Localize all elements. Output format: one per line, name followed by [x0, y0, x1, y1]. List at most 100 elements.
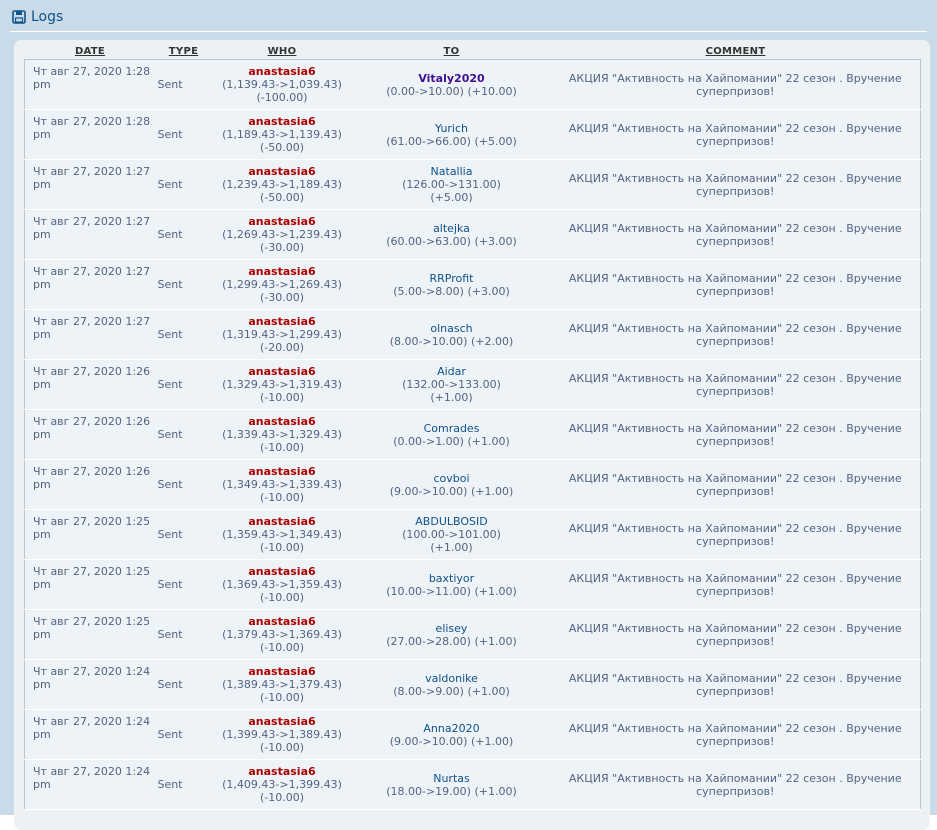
sender-balance: (1,329.43->1,319.43)	[222, 378, 342, 391]
recipient-balance: (126.00->131.00)	[402, 178, 501, 191]
type-text: Sent	[157, 678, 183, 691]
column-header-who[interactable]: WHO	[212, 44, 353, 60]
sender-balance: (1,349.43->1,339.43)	[222, 478, 342, 491]
recipient-link[interactable]: Anna2020	[353, 722, 551, 735]
who-cell: anastasia6 (1,359.43->1,349.43) (-10.00)	[211, 509, 353, 560]
date-cell: Чт авг 27, 2020 1:26 pm	[24, 409, 156, 460]
sender-delta: (-50.00)	[259, 191, 305, 204]
comment-text: АКЦИЯ "Активность на Хайпомании" 22 сезо…	[568, 571, 902, 598]
type-text: Sent	[157, 728, 183, 741]
who-cell: anastasia6 (1,399.43->1,389.43) (-10.00)	[211, 709, 353, 760]
recipient-link[interactable]: RRProfit	[353, 272, 551, 285]
sender-link[interactable]: anastasia6	[212, 265, 353, 278]
recipient-balance: (8.00->10.00) (+2.00)	[389, 334, 514, 348]
recipient-link[interactable]: elisey	[353, 622, 551, 635]
type-cell: Sent	[155, 759, 212, 810]
date-cell: Чт авг 27, 2020 1:26 pm	[24, 359, 156, 410]
comment-cell: АКЦИЯ "Активность на Хайпомании" 22 сезо…	[550, 309, 921, 360]
recipient-link[interactable]: Aidar	[353, 365, 551, 378]
who-cell: anastasia6 (1,349.43->1,339.43) (-10.00)	[211, 459, 353, 510]
recipient-link[interactable]: ABDULBOSID	[353, 515, 551, 528]
comment-cell: АКЦИЯ "Активность на Хайпомании" 22 сезо…	[550, 109, 921, 160]
type-cell: Sent	[155, 609, 212, 660]
comment-cell: АКЦИЯ "Активность на Хайпомании" 22 сезо…	[550, 259, 921, 310]
type-cell: Sent	[155, 359, 212, 410]
recipient-link[interactable]: Natallia	[353, 165, 551, 178]
sender-link[interactable]: anastasia6	[212, 165, 353, 178]
recipient-balance: (5.00->8.00) (+3.00)	[393, 284, 510, 298]
table-header-row: DATE TYPE WHO TO COMMENT	[25, 44, 921, 60]
sender-balance: (1,269.43->1,239.43)	[222, 228, 342, 241]
page-background: Logs DATE TYPE WHO TO COMMENT Чт авг 27,…	[0, 0, 937, 830]
column-header-comment[interactable]: COMMENT	[551, 44, 921, 60]
date-cell: Чт авг 27, 2020 1:25 pm	[24, 559, 156, 610]
recipient-link[interactable]: Nurtas	[353, 772, 551, 785]
sender-balance: (1,319.43->1,299.43)	[222, 328, 342, 341]
sender-link[interactable]: anastasia6	[212, 415, 353, 428]
comment-cell: АКЦИЯ "Активность на Хайпомании" 22 сезо…	[550, 159, 921, 210]
sender-link[interactable]: anastasia6	[212, 315, 353, 328]
recipient-link[interactable]: covboi	[353, 472, 551, 485]
column-header-to[interactable]: TO	[353, 44, 551, 60]
column-header-type[interactable]: TYPE	[156, 44, 212, 60]
comment-text: АКЦИЯ "Активность на Хайпомании" 22 сезо…	[568, 621, 902, 648]
page-title: Logs	[31, 9, 64, 25]
to-cell: RRProfit (5.00->8.00) (+3.00)	[352, 259, 551, 310]
recipient-link[interactable]: Vitaly2020	[353, 72, 551, 85]
recipient-link[interactable]: baxtiyor	[353, 572, 551, 585]
date-text: Чт авг 27, 2020 1:26 pm	[33, 415, 151, 441]
recipient-link[interactable]: Comrades	[353, 422, 551, 435]
sender-balance: (1,369.43->1,359.43)	[222, 578, 342, 591]
sender-balance: (1,399.43->1,389.43)	[222, 728, 342, 741]
recipient-balance: (10.00->11.00) (+1.00)	[386, 584, 517, 598]
recipient-balance: (61.00->66.00) (+5.00)	[386, 134, 517, 148]
comment-cell: АКЦИЯ "Активность на Хайпомании" 22 сезо…	[550, 459, 921, 510]
column-header-date[interactable]: DATE	[25, 44, 156, 60]
sender-link[interactable]: anastasia6	[212, 715, 353, 728]
sender-delta: (-50.00)	[259, 141, 305, 154]
table-row: Чт авг 27, 2020 1:24 pm Sent anastasia6 …	[24, 709, 921, 760]
comment-cell: АКЦИЯ "Активность на Хайпомании" 22 сезо…	[550, 359, 921, 410]
type-text: Sent	[157, 428, 183, 441]
type-text: Sent	[157, 478, 183, 491]
sender-delta: (-10.00)	[259, 491, 305, 504]
date-cell: Чт авг 27, 2020 1:26 pm	[24, 459, 156, 510]
sender-balance: (1,139.43->1,039.43)	[222, 78, 342, 91]
comment-cell: АКЦИЯ "Активность на Хайпомании" 22 сезо…	[550, 659, 921, 710]
sender-link[interactable]: anastasia6	[212, 365, 353, 378]
who-cell: anastasia6 (1,409.43->1,399.43) (-10.00)	[211, 759, 353, 810]
sender-link[interactable]: anastasia6	[212, 65, 353, 78]
type-cell: Sent	[155, 259, 212, 310]
sender-link[interactable]: anastasia6	[212, 115, 353, 128]
sender-balance: (1,299.43->1,269.43)	[222, 278, 342, 291]
sender-delta: (-10.00)	[259, 791, 305, 804]
recipient-link[interactable]: valdonike	[353, 672, 551, 685]
type-cell: Sent	[155, 709, 212, 760]
type-text: Sent	[157, 128, 183, 141]
table-row: Чт авг 27, 2020 1:24 pm Sent anastasia6 …	[24, 759, 921, 810]
table-row: Чт авг 27, 2020 1:24 pm Sent anastasia6 …	[24, 659, 921, 710]
sender-link[interactable]: anastasia6	[212, 765, 353, 778]
sender-link[interactable]: anastasia6	[212, 665, 353, 678]
sender-balance: (1,359.43->1,349.43)	[222, 528, 342, 541]
comment-text: АКЦИЯ "Активность на Хайпомании" 22 сезо…	[568, 521, 902, 548]
sender-link[interactable]: anastasia6	[212, 515, 353, 528]
sender-link[interactable]: anastasia6	[212, 465, 353, 478]
sender-link[interactable]: anastasia6	[212, 215, 353, 228]
logs-panel: DATE TYPE WHO TO COMMENT Чт авг 27, 2020…	[14, 40, 930, 830]
sender-delta: (-10.00)	[259, 441, 305, 454]
comment-text: АКЦИЯ "Активность на Хайпомании" 22 сезо…	[568, 221, 902, 248]
comment-text: АКЦИЯ "Активность на Хайпомании" 22 сезо…	[568, 671, 902, 698]
recipient-link[interactable]: altejka	[353, 222, 551, 235]
logs-table: DATE TYPE WHO TO COMMENT Чт авг 27, 2020…	[24, 44, 921, 810]
sender-link[interactable]: anastasia6	[212, 615, 353, 628]
sender-balance: (1,409.43->1,399.43)	[222, 778, 342, 791]
sender-link[interactable]: anastasia6	[212, 565, 353, 578]
type-text: Sent	[157, 228, 183, 241]
date-cell: Чт авг 27, 2020 1:24 pm	[24, 709, 156, 760]
sender-balance: (1,189.43->1,139.43)	[222, 128, 342, 141]
table-row: Чт авг 27, 2020 1:26 pm Sent anastasia6 …	[24, 359, 921, 410]
sender-delta: (-10.00)	[259, 741, 305, 754]
recipient-link[interactable]: Yurich	[353, 122, 551, 135]
recipient-link[interactable]: olnasch	[353, 322, 551, 335]
